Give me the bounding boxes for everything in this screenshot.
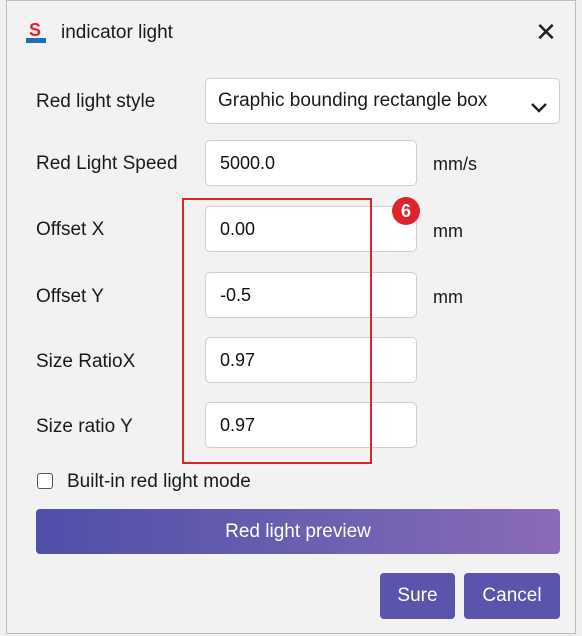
- title-bar: S indicator light ✕: [7, 1, 575, 63]
- red-light-style-label: Red light style: [36, 91, 156, 112]
- sure-button[interactable]: Sure: [380, 573, 455, 619]
- red-light-speed-unit: mm/s: [433, 154, 477, 174]
- offset-x-unit: mm: [433, 221, 463, 241]
- red-light-style-select[interactable]: Graphic bounding rectangle box: [205, 78, 560, 124]
- builtin-red-light-mode-label: Built-in red light mode: [67, 471, 251, 492]
- app-logo-icon: S: [23, 19, 49, 45]
- chevron-down-icon: [529, 91, 549, 113]
- annotation-highlight-box: [182, 198, 372, 464]
- red-light-speed-label: Red Light Speed: [36, 153, 178, 174]
- offset-y-label: Offset Y: [36, 286, 104, 307]
- annotation-badge: 6: [392, 197, 420, 225]
- red-light-preview-button[interactable]: Red light preview: [36, 509, 560, 554]
- offset-y-unit: mm: [433, 287, 463, 307]
- red-light-speed-input[interactable]: 5000.0: [205, 140, 417, 186]
- close-icon[interactable]: ✕: [529, 15, 563, 49]
- red-light-style-value: Graphic bounding rectangle box: [218, 90, 488, 111]
- window-title: indicator light: [61, 22, 173, 43]
- size-ratio-y-label: Size ratio Y: [36, 416, 133, 437]
- svg-text:S: S: [29, 20, 41, 40]
- indicator-light-dialog: S indicator light ✕ Red light style Grap…: [6, 0, 576, 634]
- cancel-button[interactable]: Cancel: [464, 573, 560, 619]
- checkbox-box[interactable]: [37, 473, 53, 489]
- offset-x-label: Offset X: [36, 219, 105, 240]
- size-ratio-x-label: Size RatioX: [36, 351, 136, 372]
